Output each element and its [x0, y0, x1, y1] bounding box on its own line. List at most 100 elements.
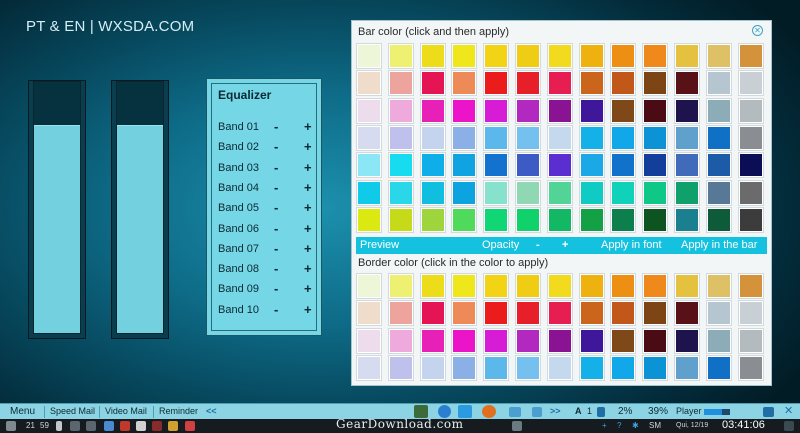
tray-plus[interactable]: + — [602, 421, 607, 430]
color-swatch[interactable] — [419, 273, 446, 299]
speed-mail-button[interactable]: Speed Mail — [50, 406, 95, 416]
color-swatch[interactable] — [451, 97, 478, 124]
color-swatch[interactable] — [610, 152, 637, 179]
settings-icon[interactable]: ✱ — [632, 421, 639, 430]
video-mail-button[interactable]: Video Mail — [105, 406, 147, 416]
color-swatch[interactable] — [705, 354, 732, 381]
color-swatch[interactable] — [610, 179, 637, 206]
color-swatch[interactable] — [642, 273, 669, 299]
color-swatch[interactable] — [642, 124, 669, 151]
color-swatch[interactable] — [610, 354, 637, 381]
flag-icon[interactable] — [56, 421, 62, 431]
color-swatch[interactable] — [483, 97, 510, 124]
color-swatch[interactable] — [483, 43, 510, 69]
color-swatch[interactable] — [578, 124, 605, 151]
color-swatch[interactable] — [610, 97, 637, 124]
color-swatch[interactable] — [737, 97, 764, 124]
network-icon[interactable] — [86, 421, 96, 431]
color-swatch[interactable] — [387, 124, 414, 151]
band-decrease-button[interactable]: - — [274, 139, 278, 154]
band-decrease-button[interactable]: - — [274, 281, 278, 296]
color-swatch[interactable] — [610, 327, 637, 354]
color-swatch[interactable] — [642, 300, 669, 327]
color-swatch[interactable] — [546, 206, 573, 233]
color-swatch[interactable] — [737, 124, 764, 151]
color-swatch[interactable] — [610, 206, 637, 233]
color-swatch[interactable] — [515, 97, 541, 124]
color-swatch[interactable] — [356, 206, 382, 233]
color-swatch[interactable] — [515, 327, 541, 354]
color-swatch[interactable] — [451, 152, 478, 179]
color-swatch[interactable] — [737, 70, 764, 97]
color-swatch[interactable] — [674, 273, 700, 299]
color-swatch[interactable] — [578, 43, 605, 69]
color-swatch[interactable] — [387, 179, 414, 206]
color-swatch[interactable] — [419, 179, 446, 206]
band-increase-button[interactable]: + — [304, 180, 312, 195]
color-swatch[interactable] — [483, 273, 510, 299]
color-swatch[interactable] — [578, 354, 605, 381]
browser-icon[interactable] — [482, 405, 496, 418]
color-swatch[interactable] — [451, 70, 478, 97]
color-swatch[interactable] — [578, 97, 605, 124]
color-swatch[interactable] — [419, 300, 446, 327]
color-swatch[interactable] — [705, 124, 732, 151]
color-swatch[interactable] — [515, 43, 541, 69]
color-swatch[interactable] — [387, 152, 414, 179]
color-swatch[interactable] — [674, 206, 700, 233]
color-swatch[interactable] — [737, 327, 764, 354]
color-swatch[interactable] — [515, 300, 541, 327]
color-swatch[interactable] — [356, 124, 382, 151]
band-increase-button[interactable]: + — [304, 261, 312, 276]
band-decrease-button[interactable]: - — [274, 119, 278, 134]
color-swatch[interactable] — [387, 273, 414, 299]
color-swatch[interactable] — [451, 124, 478, 151]
font-size-a[interactable]: A — [575, 406, 582, 416]
color-swatch[interactable] — [546, 124, 573, 151]
color-swatch[interactable] — [674, 97, 700, 124]
color-swatch[interactable] — [387, 206, 414, 233]
color-swatch[interactable] — [515, 179, 541, 206]
color-swatch[interactable] — [419, 327, 446, 354]
color-swatch[interactable] — [387, 43, 414, 69]
color-swatch[interactable] — [387, 97, 414, 124]
color-swatch[interactable] — [610, 124, 637, 151]
color-swatch[interactable] — [610, 43, 637, 69]
color-swatch[interactable] — [546, 273, 573, 299]
color-swatch[interactable] — [356, 97, 382, 124]
color-swatch[interactable] — [387, 70, 414, 97]
color-swatch[interactable] — [483, 152, 510, 179]
app-icon[interactable] — [152, 421, 162, 431]
band-decrease-button[interactable]: - — [274, 160, 278, 175]
color-swatch[interactable] — [356, 273, 382, 299]
collapse-button[interactable]: << — [206, 406, 217, 416]
band-decrease-button[interactable]: - — [274, 180, 278, 195]
band-increase-button[interactable]: + — [304, 221, 312, 236]
color-swatch[interactable] — [387, 300, 414, 327]
apply-in-font-button[interactable]: Apply in font — [601, 239, 662, 251]
color-swatch[interactable] — [546, 300, 573, 327]
color-swatch[interactable] — [674, 327, 700, 354]
color-swatch[interactable] — [546, 70, 573, 97]
window-icon[interactable] — [763, 407, 774, 417]
color-swatch[interactable] — [674, 179, 700, 206]
color-swatch[interactable] — [546, 97, 573, 124]
color-swatch[interactable] — [483, 354, 510, 381]
color-swatch[interactable] — [419, 70, 446, 97]
screen-icon[interactable] — [509, 407, 521, 417]
color-swatch[interactable] — [515, 70, 541, 97]
color-swatch[interactable] — [705, 97, 732, 124]
color-swatch[interactable] — [483, 70, 510, 97]
color-swatch[interactable] — [674, 124, 700, 151]
close-icon[interactable]: ✕ — [752, 25, 763, 36]
color-swatch[interactable] — [737, 43, 764, 69]
color-swatch[interactable] — [578, 70, 605, 97]
color-swatch[interactable] — [546, 354, 573, 381]
band-increase-button[interactable]: + — [304, 281, 312, 296]
band-decrease-button[interactable]: - — [274, 261, 278, 276]
antivirus-icon[interactable] — [120, 421, 130, 431]
opacity-decrease-button[interactable]: - — [536, 239, 540, 251]
color-swatch[interactable] — [737, 179, 764, 206]
color-swatch[interactable] — [419, 124, 446, 151]
opacity-increase-button[interactable]: + — [562, 239, 568, 251]
